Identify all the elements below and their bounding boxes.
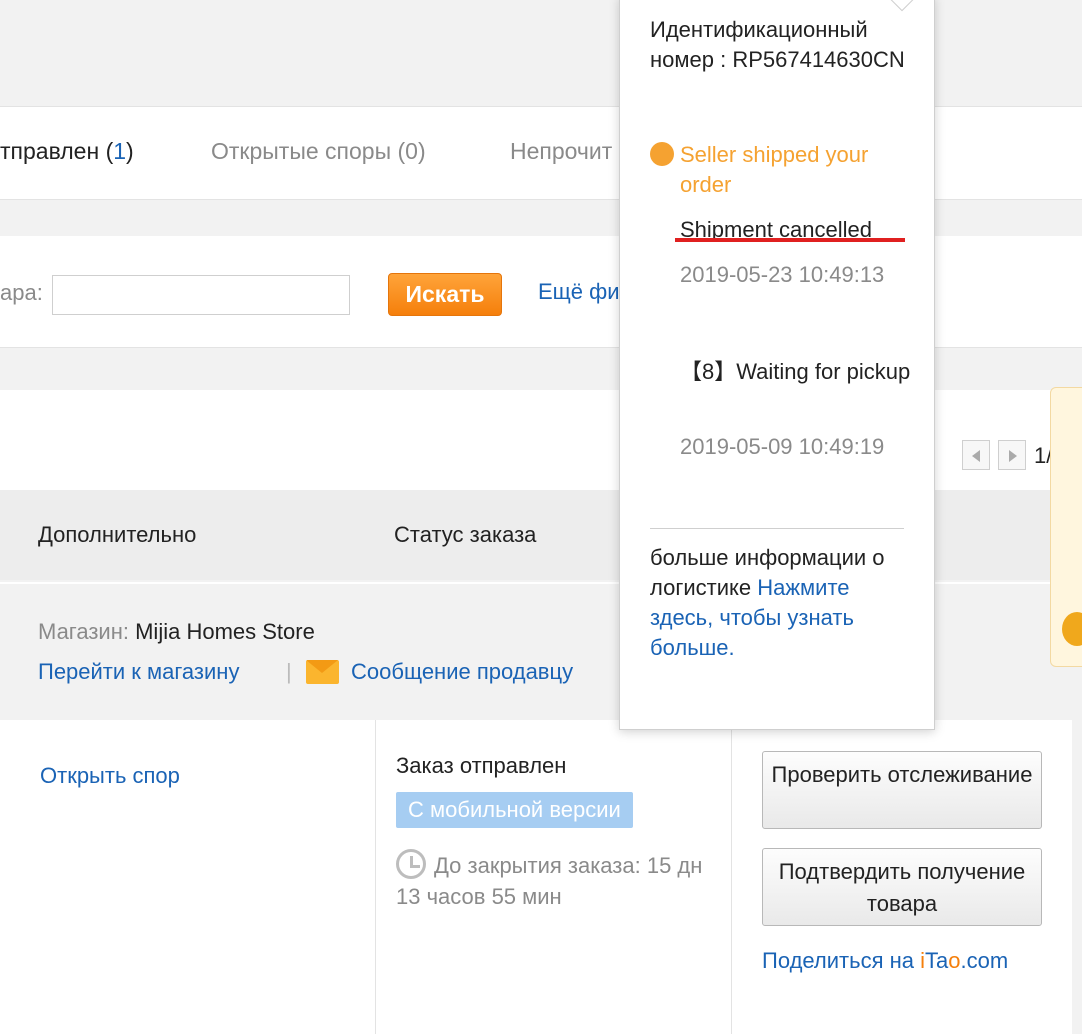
tab-open-disputes[interactable]: Открытые споры (0) [211,138,426,165]
pager-next-button[interactable] [998,440,1026,470]
tab-unread[interactable]: Непрочит [510,138,612,165]
column-divider [375,720,376,1034]
chevron-right-icon [1009,450,1017,462]
store-name: Mijia Homes Store [135,619,315,644]
popup-divider [650,528,904,529]
tracking-number: Идентификационный номер : RP567414630CN [650,17,905,72]
store-info: Магазин: Mijia Homes Store [38,619,315,645]
tab-shipped-close: ) [126,138,134,164]
pager-prev-button[interactable] [962,440,990,470]
more-filters-link[interactable]: Ещё фи [538,279,620,305]
chevron-left-icon [972,450,980,462]
header-order-status: Статус заказа [394,522,537,547]
status-dot-icon [650,142,674,166]
search-label: ара: [0,280,43,305]
share-itao-link[interactable]: Поделиться на iTao.com [762,948,1008,974]
open-dispute-link[interactable]: Открыть спор [40,763,180,789]
tracking-event-title: 【8】Waiting for pickup [680,359,911,384]
store-label: Магазин: [38,619,129,644]
share-o: o [948,948,961,973]
mail-icon[interactable] [306,660,339,684]
search-button[interactable]: Искать [388,273,502,316]
share-suffix: .com [960,948,1009,973]
highlight-underline [675,238,905,242]
go-to-store-link[interactable]: Перейти к магазину [38,659,239,685]
tab-shipped-label: тправлен ( [0,138,114,164]
tab-shipped[interactable]: тправлен (1) [0,138,134,165]
mobile-version-badge: С мобильной версии [396,792,633,828]
link-separator: | [286,659,292,684]
tracking-event-date: 2019-05-23 10:49:13 [680,262,885,287]
order-status-text: Заказ отправлен [396,753,567,778]
logistics-more-info: больше информации о логистике Нажмите зд… [650,543,916,663]
tab-shipped-count: 1 [113,138,127,164]
confirm-receipt-button[interactable]: Подтвердить получение товара [762,848,1042,926]
order-close-countdown: До закрытия заказа: 15 дн 13 часов 55 ми… [396,853,703,909]
check-tracking-button[interactable]: Проверить отслеживание [762,751,1042,829]
share-ta: Ta [924,948,949,973]
tracking-event-date: 2019-05-09 10:49:19 [680,434,885,459]
share-prefix: Поделиться на [762,948,921,973]
search-input[interactable] [52,275,350,315]
header-additional: Дополнительно [38,522,197,547]
shipped-status: Seller shipped your order [680,142,869,197]
message-seller-link[interactable]: Сообщение продавцу [351,659,573,685]
